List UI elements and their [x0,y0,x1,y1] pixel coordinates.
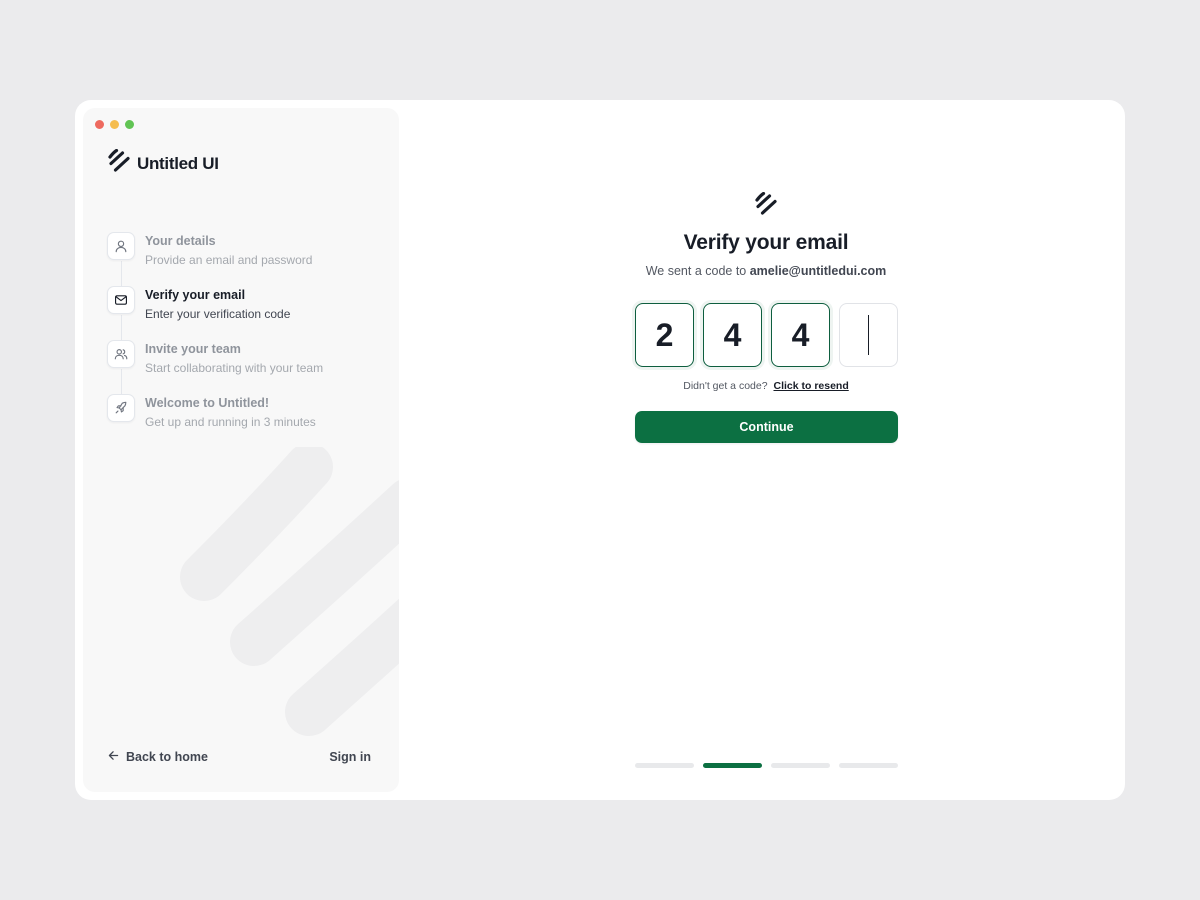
progress-step-3 [771,763,830,768]
arrow-left-icon [107,749,120,765]
code-digit-input-4[interactable] [839,303,898,367]
resend-row: Didn't get a code? Click to resend [399,380,1125,392]
window-controls [95,120,134,129]
background-logo-watermark-icon [169,443,399,752]
users-icon [107,340,135,368]
code-digit-input-3[interactable]: 4 [771,303,830,367]
step-invite-team[interactable]: Invite your team Start collaborating wit… [107,340,323,394]
step-progress-indicator [635,763,898,768]
resend-prompt: Didn't get a code? [683,380,768,392]
verification-subtitle: We sent a code to amelie@untitledui.com [399,264,1125,278]
step-description: Start collaborating with your team [145,361,324,375]
brand-logo[interactable]: Untitled UI [107,148,219,178]
step-title: Welcome to Untitled! [145,396,270,410]
mail-icon [107,286,135,314]
verification-code-inputs: 2 4 4 [635,303,898,367]
window-maximize-button[interactable] [125,120,134,129]
step-description: Provide an email and password [145,253,313,267]
brand-name: Untitled UI [137,153,219,173]
text-caret [867,315,870,355]
window-close-button[interactable] [95,120,104,129]
step-description: Enter your verification code [145,307,291,321]
untitled-ui-logo-icon [754,191,778,221]
main-content: Verify your email We sent a code to amel… [399,100,1125,800]
step-connector [120,315,122,340]
step-your-details[interactable]: Your details Provide an email and passwo… [107,232,323,286]
onboarding-steps: Your details Provide an email and passwo… [107,232,323,448]
step-title: Your details [145,234,216,248]
rocket-icon [107,394,135,422]
sidebar: Untitled UI Your details Provide an emai… [83,108,399,792]
progress-step-2 [703,763,762,768]
step-title: Invite your team [145,342,241,356]
continue-button[interactable]: Continue [635,411,898,443]
page-title: Verify your email [683,231,849,254]
app-window: Untitled UI Your details Provide an emai… [75,100,1125,800]
sign-in-link[interactable]: Sign in [329,750,371,764]
user-icon [107,232,135,260]
code-digit-input-1[interactable]: 2 [635,303,694,367]
progress-step-1 [635,763,694,768]
step-connector [120,261,122,286]
recipient-email: amelie@untitledui.com [749,264,887,278]
step-verify-email[interactable]: Verify your email Enter your verificatio… [107,286,323,340]
step-welcome[interactable]: Welcome to Untitled! Get up and running … [107,394,323,448]
window-minimize-button[interactable] [110,120,119,129]
progress-step-4 [839,763,898,768]
back-to-home-link[interactable]: Back to home [107,749,208,765]
untitled-ui-logo-icon [107,148,131,178]
step-description: Get up and running in 3 minutes [145,415,316,429]
code-digit-input-2[interactable]: 4 [703,303,762,367]
subtitle-prefix: We sent a code to [645,264,747,278]
step-title: Verify your email [145,288,246,302]
back-to-home-label: Back to home [126,750,208,764]
step-connector [120,369,122,394]
sidebar-footer: Back to home Sign in [107,749,371,765]
resend-code-link[interactable]: Click to resend [773,380,848,392]
